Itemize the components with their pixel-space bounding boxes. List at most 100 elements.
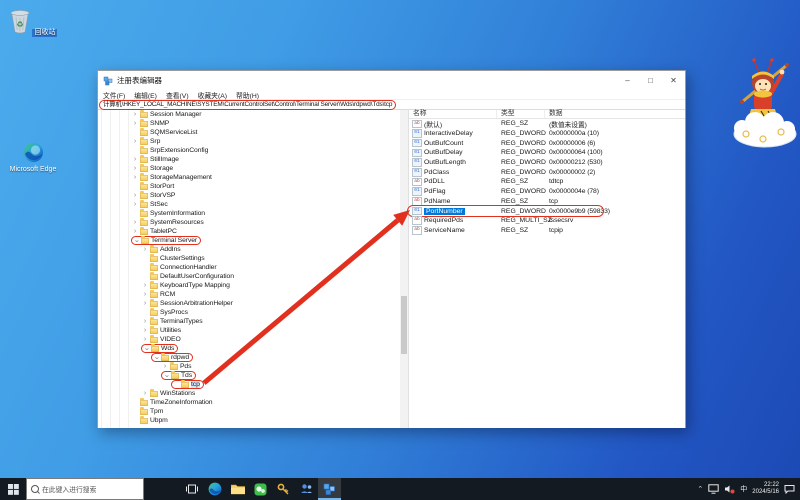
taskbar-key-app-button[interactable] — [272, 478, 295, 500]
tree-item-tds[interactable]: ›Tds — [98, 371, 408, 380]
tree-item-keyboardtype-mapping[interactable]: ›KeyboardType Mapping — [98, 281, 408, 290]
value-row-[interactable]: ab(默认)REG_SZ(数值未设置) — [409, 119, 685, 129]
tree-item-storage[interactable]: ›Storage — [98, 164, 408, 173]
taskbar-edge-button[interactable] — [203, 478, 226, 500]
value-row-PdDLL[interactable]: abPdDLLREG_SZtdtcp — [409, 177, 685, 187]
title-bar[interactable]: 注册表编辑器 – □ ✕ — [98, 71, 685, 90]
tree-item-stsec[interactable]: ›StSec — [98, 200, 408, 209]
tree-item-storport[interactable]: ›StorPort — [98, 182, 408, 191]
tree-item-session-manager[interactable]: ›Session Manager — [98, 110, 408, 119]
expander-icon[interactable]: › — [131, 120, 139, 128]
tray-volume-icon[interactable] — [724, 484, 735, 494]
tree-item-timezoneinformation[interactable]: ›TimeZoneInformation — [98, 398, 408, 407]
address-bar[interactable]: 计算机\HKEY_LOCAL_MACHINE\SYSTEM\CurrentCon… — [98, 99, 685, 110]
value-row-PdFlag[interactable]: 01PdFlagREG_DWORD0x0000004e (78) — [409, 187, 685, 197]
menu-H[interactable]: 帮助(H) — [236, 90, 259, 100]
tree-item-clustersettings[interactable]: ›ClusterSettings — [98, 254, 408, 263]
value-row-PdClass[interactable]: 01PdClassREG_DWORD0x00000002 (2) — [409, 167, 685, 177]
expander-icon[interactable]: › — [131, 138, 139, 146]
expander-icon[interactable]: › — [131, 174, 139, 182]
column-type[interactable]: 类型 — [497, 110, 545, 118]
expander-icon[interactable]: › — [162, 372, 170, 380]
tree-item-storagemanagement[interactable]: ›StorageManagement — [98, 173, 408, 182]
column-data[interactable]: 数据 — [545, 110, 685, 118]
expander-icon[interactable]: › — [141, 246, 149, 254]
tree-item-wds[interactable]: ›Wds — [98, 344, 408, 353]
tree-item-tpm[interactable]: ›Tpm — [98, 407, 408, 416]
tree-scrollbar-thumb[interactable] — [401, 296, 407, 354]
expander-icon[interactable]: › — [131, 228, 139, 236]
menu-E[interactable]: 编辑(E) — [134, 90, 157, 100]
expander-icon[interactable]: › — [131, 111, 139, 119]
menu-F[interactable]: 文件(F) — [103, 90, 125, 100]
expander-icon[interactable]: › — [152, 354, 160, 362]
tree-item-terminal-server[interactable]: ›Terminal Server — [98, 236, 408, 245]
tray-show-hidden-icons[interactable]: ⌃ — [697, 485, 703, 493]
expander-icon[interactable]: › — [131, 165, 139, 173]
tree-item-sessionarbitrationhelper[interactable]: ›SessionArbitrationHelper — [98, 299, 408, 308]
menu-A[interactable]: 收藏夹(A) — [198, 90, 227, 100]
tree-item-tcp[interactable]: ›tcp — [98, 380, 408, 389]
value-row-PortNumber[interactable]: 01PortNumberREG_DWORD0x0000e9b9 (59833) — [409, 206, 685, 216]
value-row-OutBufDelay[interactable]: 01OutBufDelayREG_DWORD0x00000064 (100) — [409, 148, 685, 158]
tray-ime-indicator[interactable]: 中 — [740, 484, 747, 494]
tree-item-rdpwd[interactable]: ›rdpwd — [98, 353, 408, 362]
value-row-OutBufLength[interactable]: 01OutBufLengthREG_DWORD0x00000212 (530) — [409, 158, 685, 168]
tree-item-srp[interactable]: ›Srp — [98, 137, 408, 146]
tree-scrollbar[interactable] — [400, 110, 408, 428]
tree-item-systeminformation[interactable]: ›SystemInformation — [98, 209, 408, 218]
tree-item-ubpm[interactable]: ›Ubpm — [98, 416, 408, 425]
maximize-button[interactable]: □ — [639, 71, 662, 90]
menu-V[interactable]: 查看(V) — [166, 90, 189, 100]
tree-item-srpextensionconfig[interactable]: ›SrpExtensionConfig — [98, 146, 408, 155]
expander-icon[interactable]: › — [141, 282, 149, 290]
expander-icon[interactable]: › — [141, 291, 149, 299]
taskbar-green-app-button[interactable] — [249, 478, 272, 500]
tray-display-icon[interactable] — [708, 484, 719, 494]
tree-item-rcm[interactable]: ›RCM — [98, 290, 408, 299]
desktop-icon-edge[interactable]: Microsoft Edge — [6, 142, 60, 174]
expander-icon[interactable]: › — [131, 192, 139, 200]
tree-item-utilities[interactable]: ›Utilities — [98, 326, 408, 335]
expander-icon[interactable]: › — [142, 345, 150, 353]
tree-item-video[interactable]: ›VIDEO — [98, 335, 408, 344]
action-center-icon[interactable] — [784, 484, 795, 494]
tree-item-storvsp[interactable]: ›StorVSP — [98, 191, 408, 200]
taskbar-search-input[interactable]: 在此键入进行搜索 — [26, 478, 144, 500]
tree-item-sysprocs[interactable]: ›SysProcs — [98, 308, 408, 317]
taskbar-contacts-app-button[interactable] — [295, 478, 318, 500]
expander-icon[interactable]: › — [131, 201, 139, 209]
expander-icon[interactable]: › — [132, 237, 140, 245]
tree-item-defaultuserconfiguration[interactable]: ›DefaultUserConfiguration — [98, 272, 408, 281]
value-row-ServiceName[interactable]: abServiceNameREG_SZtcpip — [409, 226, 685, 236]
tree-item-connectionhandler[interactable]: ›ConnectionHandler — [98, 263, 408, 272]
tray-clock[interactable]: 22:22 2024/5/16 — [752, 482, 779, 496]
expander-icon[interactable]: › — [161, 363, 169, 371]
expander-icon[interactable]: › — [141, 318, 149, 326]
expander-icon[interactable]: › — [141, 336, 149, 344]
tree-item-systemresources[interactable]: ›SystemResources — [98, 218, 408, 227]
expander-icon[interactable]: › — [131, 156, 139, 164]
task-view-button[interactable] — [180, 478, 203, 500]
tree-item-snmp[interactable]: ›SNMP — [98, 119, 408, 128]
expander-icon[interactable]: › — [141, 300, 149, 308]
close-button[interactable]: ✕ — [662, 71, 685, 90]
expander-icon[interactable]: › — [141, 390, 149, 398]
value-row-PdName[interactable]: abPdNameREG_SZtcp — [409, 197, 685, 207]
expander-icon[interactable]: › — [131, 219, 139, 227]
tree-item-addins[interactable]: ›AddIns — [98, 245, 408, 254]
taskbar-explorer-button[interactable] — [226, 478, 249, 500]
tree-item-tabletpc[interactable]: ›TabletPC — [98, 227, 408, 236]
tree-item-terminaltypes[interactable]: ›TerminalTypes — [98, 317, 408, 326]
tree-item-winstations[interactable]: ›WinStations — [98, 389, 408, 398]
value-row-InteractiveDelay[interactable]: 01InteractiveDelayREG_DWORD0x0000000a (1… — [409, 129, 685, 139]
tree-item-sqmservicelist[interactable]: ›SQMServiceList — [98, 128, 408, 137]
desktop-icon-recycle-bin[interactable]: ♻ 回收站 — [6, 8, 60, 37]
value-row-RequiredPds[interactable]: abRequiredPdsREG_MULTI_SZtssecsrv — [409, 216, 685, 226]
value-row-OutBufCount[interactable]: 01OutBufCountREG_DWORD0x00000006 (6) — [409, 138, 685, 148]
taskbar-regedit-button[interactable] — [318, 478, 341, 500]
minimize-button[interactable]: – — [616, 71, 639, 90]
start-button[interactable] — [0, 478, 26, 500]
tree-item-stillimage[interactable]: ›StillImage — [98, 155, 408, 164]
tree-item-pds[interactable]: ›Pds — [98, 362, 408, 371]
